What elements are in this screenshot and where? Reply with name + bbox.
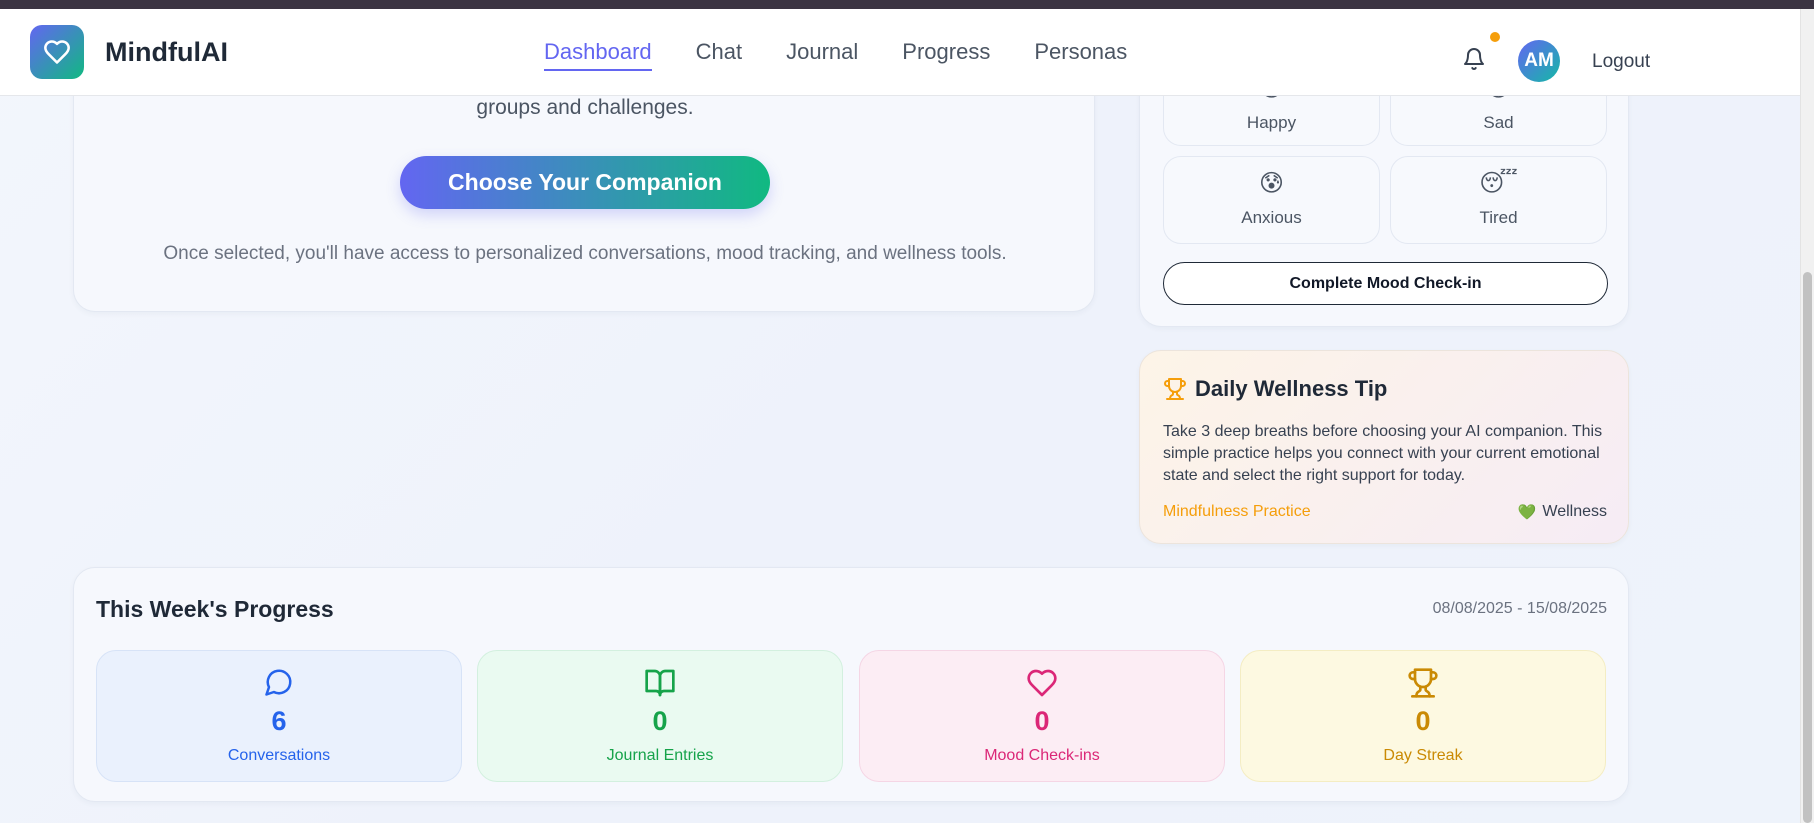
companion-card: groups and challenges. Choose Your Compa…: [73, 60, 1095, 312]
brand-name: MindfulAI: [105, 37, 228, 67]
stat-conversations: 6 Conversations: [96, 650, 462, 782]
logo[interactable]: [30, 25, 84, 79]
nav-dashboard[interactable]: Dashboard: [544, 39, 652, 71]
progress-date-range: 08/08/2025 - 15/08/2025: [1432, 600, 1607, 617]
tip-tag-label: Wellness: [1542, 503, 1607, 520]
notification-dot: [1490, 32, 1500, 42]
progress-title: This Week's Progress: [96, 596, 334, 622]
choose-companion-button[interactable]: Choose Your Companion: [400, 156, 770, 209]
tip-title: Daily Wellness Tip: [1195, 376, 1388, 401]
stat-label: Conversations: [227, 747, 331, 764]
stat-day-streak: 0 Day Streak: [1240, 650, 1606, 782]
logout-button[interactable]: Logout: [1592, 51, 1650, 73]
green-heart-icon: 💚: [1517, 504, 1537, 521]
tip-tag: 💚 Wellness: [1518, 503, 1607, 521]
stat-value: 0: [1034, 706, 1050, 736]
stat-label: Mood Check-ins: [984, 747, 1100, 764]
book-open-icon: [645, 669, 675, 697]
browser-top-strip: [0, 0, 1814, 9]
weekly-progress-card: This Week's Progress 08/08/2025 - 15/08/…: [73, 567, 1629, 802]
stat-value: 0: [1415, 706, 1431, 736]
avatar[interactable]: AM: [1518, 40, 1560, 82]
nav-personas[interactable]: Personas: [1034, 39, 1127, 65]
stat-label: Journal Entries: [606, 747, 714, 764]
stat-value: 6: [271, 706, 287, 736]
stat-journal-entries: 0 Journal Entries: [477, 650, 843, 782]
mood-option-label: Happy: [1246, 113, 1297, 132]
companion-note: Once selected, you'll have access to per…: [163, 243, 1007, 264]
mood-option-tired[interactable]: 😴 Tired: [1390, 156, 1607, 244]
bell-icon[interactable]: [1462, 47, 1486, 71]
stat-label: Day Streak: [1383, 747, 1463, 764]
tip-category: Mindfulness Practice: [1163, 503, 1311, 520]
anxious-emoji-icon: 😰: [1258, 170, 1285, 197]
nav-chat[interactable]: Chat: [696, 39, 742, 65]
message-circle-icon: [265, 669, 292, 696]
mood-option-label: Tired: [1479, 208, 1518, 227]
main-nav: Dashboard Chat Journal Progress Personas: [544, 39, 1171, 71]
scrollbar-thumb[interactable]: [1803, 272, 1812, 823]
stat-value: 0: [652, 706, 668, 736]
mood-checkin-card: 😊 Happy 😢 Sad 😰 Anxious 😴 Tired Complete…: [1139, 60, 1629, 327]
heart-icon: [1027, 669, 1057, 697]
mood-option-label: Sad: [1483, 113, 1514, 132]
tired-emoji-icon: 😴: [1479, 170, 1518, 197]
nav-progress[interactable]: Progress: [902, 39, 990, 65]
tip-body: Take 3 deep breaths before choosing your…: [1163, 423, 1603, 484]
mood-option-label: Anxious: [1241, 208, 1302, 227]
nav-journal[interactable]: Journal: [786, 39, 858, 65]
top-navbar: MindfulAI Dashboard Chat Journal Progres…: [0, 9, 1800, 96]
trophy-icon: [1408, 668, 1438, 698]
mood-option-anxious[interactable]: 😰 Anxious: [1163, 156, 1380, 244]
trophy-icon: [1164, 378, 1186, 400]
heart-logo-icon: [44, 40, 70, 64]
complete-mood-checkin-button[interactable]: Complete Mood Check-in: [1163, 262, 1608, 305]
daily-wellness-tip-card: Daily Wellness Tip Take 3 deep breaths b…: [1139, 350, 1629, 544]
companion-subtitle: groups and challenges.: [476, 96, 694, 119]
stat-mood-checkins: 0 Mood Check-ins: [859, 650, 1225, 782]
